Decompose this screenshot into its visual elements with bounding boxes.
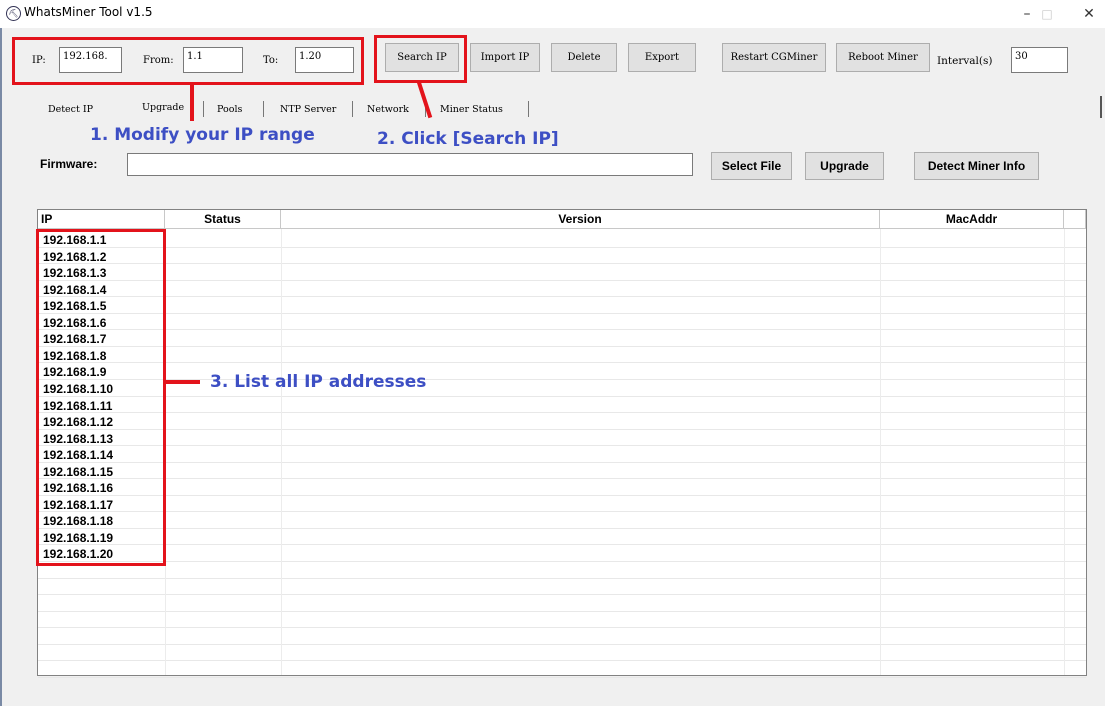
step-2-annotation: 2. Click [Search IP]: [377, 129, 559, 149]
row-separator: [38, 329, 1086, 331]
column-separator: [1064, 229, 1065, 675]
row-separator: [38, 345, 1086, 347]
row-separator: [38, 478, 1086, 480]
row-separator: [38, 312, 1086, 314]
column-separator: [281, 229, 282, 675]
delete-button[interactable]: Delete: [551, 43, 617, 72]
tab-detect-ip[interactable]: Detect IP: [48, 104, 93, 115]
row-separator: [38, 660, 1086, 662]
import-ip-button[interactable]: Import IP: [470, 43, 540, 72]
column-header-macaddr[interactable]: MacAddr: [880, 210, 1064, 229]
row-separator: [38, 494, 1086, 496]
tab-ntp-server[interactable]: NTP Server: [280, 104, 336, 115]
column-header-version[interactable]: Version: [281, 210, 880, 229]
column-header-status[interactable]: Status: [165, 210, 281, 229]
tab-separator: [352, 101, 353, 117]
row-separator: [38, 643, 1086, 645]
select-file-button[interactable]: Select File: [711, 152, 792, 180]
row-separator: [38, 676, 1086, 678]
row-separator: [38, 527, 1086, 529]
row-separator: [38, 445, 1086, 447]
tab-miner-status[interactable]: Miner Status: [440, 104, 503, 115]
tab-network[interactable]: Network: [367, 104, 409, 115]
row-separator: [38, 511, 1086, 513]
row-separator: [38, 279, 1086, 281]
row-separator: [38, 461, 1086, 463]
window-left-edge: [0, 28, 2, 706]
upgrade-button[interactable]: Upgrade: [805, 152, 884, 180]
ip-list-highlight-box: [36, 229, 166, 566]
column-header-filler: [1064, 210, 1086, 229]
window-title: WhatsMiner Tool v1.5: [24, 5, 153, 19]
row-separator: [38, 561, 1086, 562]
search-ip-highlight-box: [374, 35, 467, 83]
step-3-annotation: 3. List all IP addresses: [210, 372, 427, 392]
row-separator: [38, 246, 1086, 248]
title-bar: [0, 0, 1105, 28]
ip-range-highlight-box: [12, 37, 364, 85]
row-separator: [38, 296, 1086, 298]
firmware-label: Firmware:: [40, 157, 98, 171]
row-separator: [38, 577, 1086, 579]
row-separator: [38, 395, 1086, 397]
app-icon: ⛏: [6, 6, 21, 21]
row-separator: [38, 428, 1086, 430]
row-separator: [38, 412, 1086, 414]
reboot-miner-button[interactable]: Reboot Miner: [836, 43, 930, 72]
tab-separator: [263, 101, 264, 117]
tab-separator: [203, 101, 204, 117]
interval-label: Interval(s): [937, 55, 993, 67]
row-separator: [38, 610, 1086, 612]
tab-upgrade[interactable]: Upgrade: [142, 102, 184, 113]
column-separator: [880, 229, 881, 675]
row-separator: [38, 263, 1086, 265]
annotation-connector: [166, 380, 200, 384]
row-separator: [38, 362, 1086, 364]
row-separator: [38, 627, 1086, 629]
close-icon[interactable]: ✕: [1074, 4, 1104, 24]
maximize-icon[interactable]: □: [1032, 4, 1062, 24]
annotation-connector: [190, 85, 194, 121]
detect-miner-info-button[interactable]: Detect Miner Info: [914, 152, 1039, 180]
step-1-annotation: 1. Modify your IP range: [90, 125, 315, 145]
column-header-ip[interactable]: IP: [38, 210, 165, 229]
export-button[interactable]: Export: [628, 43, 696, 72]
tab-pools[interactable]: Pools: [217, 104, 242, 115]
tab-separator: [528, 101, 529, 117]
row-separator: [38, 594, 1086, 596]
scrollbar-thumb[interactable]: [1100, 96, 1102, 118]
firmware-path-input[interactable]: [127, 153, 693, 176]
ip-list-table[interactable]: IP Status Version MacAddr 192.168.1.1 192…: [37, 209, 1087, 678]
row-separator: [38, 544, 1086, 546]
restart-cgminer-button[interactable]: Restart CGMiner: [722, 43, 826, 72]
interval-input[interactable]: 30: [1011, 47, 1068, 73]
